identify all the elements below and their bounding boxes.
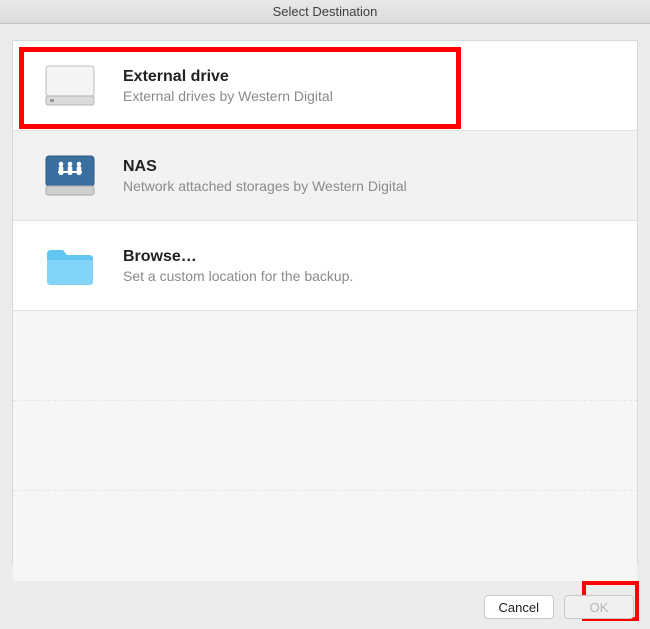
option-title: External drive: [123, 68, 333, 86]
option-nas[interactable]: NAS Network attached storages by Western…: [13, 131, 637, 221]
option-external-drive[interactable]: External drive External drives by Wester…: [13, 41, 637, 131]
external-drive-icon: [43, 59, 97, 113]
ok-button[interactable]: OK: [564, 595, 634, 619]
option-subtitle: Set a custom location for the backup.: [123, 268, 353, 284]
option-subtitle: Network attached storages by Western Dig…: [123, 178, 407, 194]
nas-drive-icon: [43, 149, 97, 203]
empty-row: [13, 491, 637, 581]
option-browse[interactable]: Browse… Set a custom location for the ba…: [13, 221, 637, 311]
empty-row: [13, 311, 637, 401]
cancel-button[interactable]: Cancel: [484, 595, 554, 619]
empty-row: [13, 401, 637, 491]
dialog-buttons: Cancel OK: [484, 595, 634, 619]
option-subtitle: External drives by Western Digital: [123, 88, 333, 104]
destination-list: External drive External drives by Wester…: [12, 40, 638, 565]
folder-icon: [43, 239, 97, 293]
option-title: NAS: [123, 158, 407, 176]
window-title: Select Destination: [0, 0, 650, 24]
option-title: Browse…: [123, 248, 353, 266]
